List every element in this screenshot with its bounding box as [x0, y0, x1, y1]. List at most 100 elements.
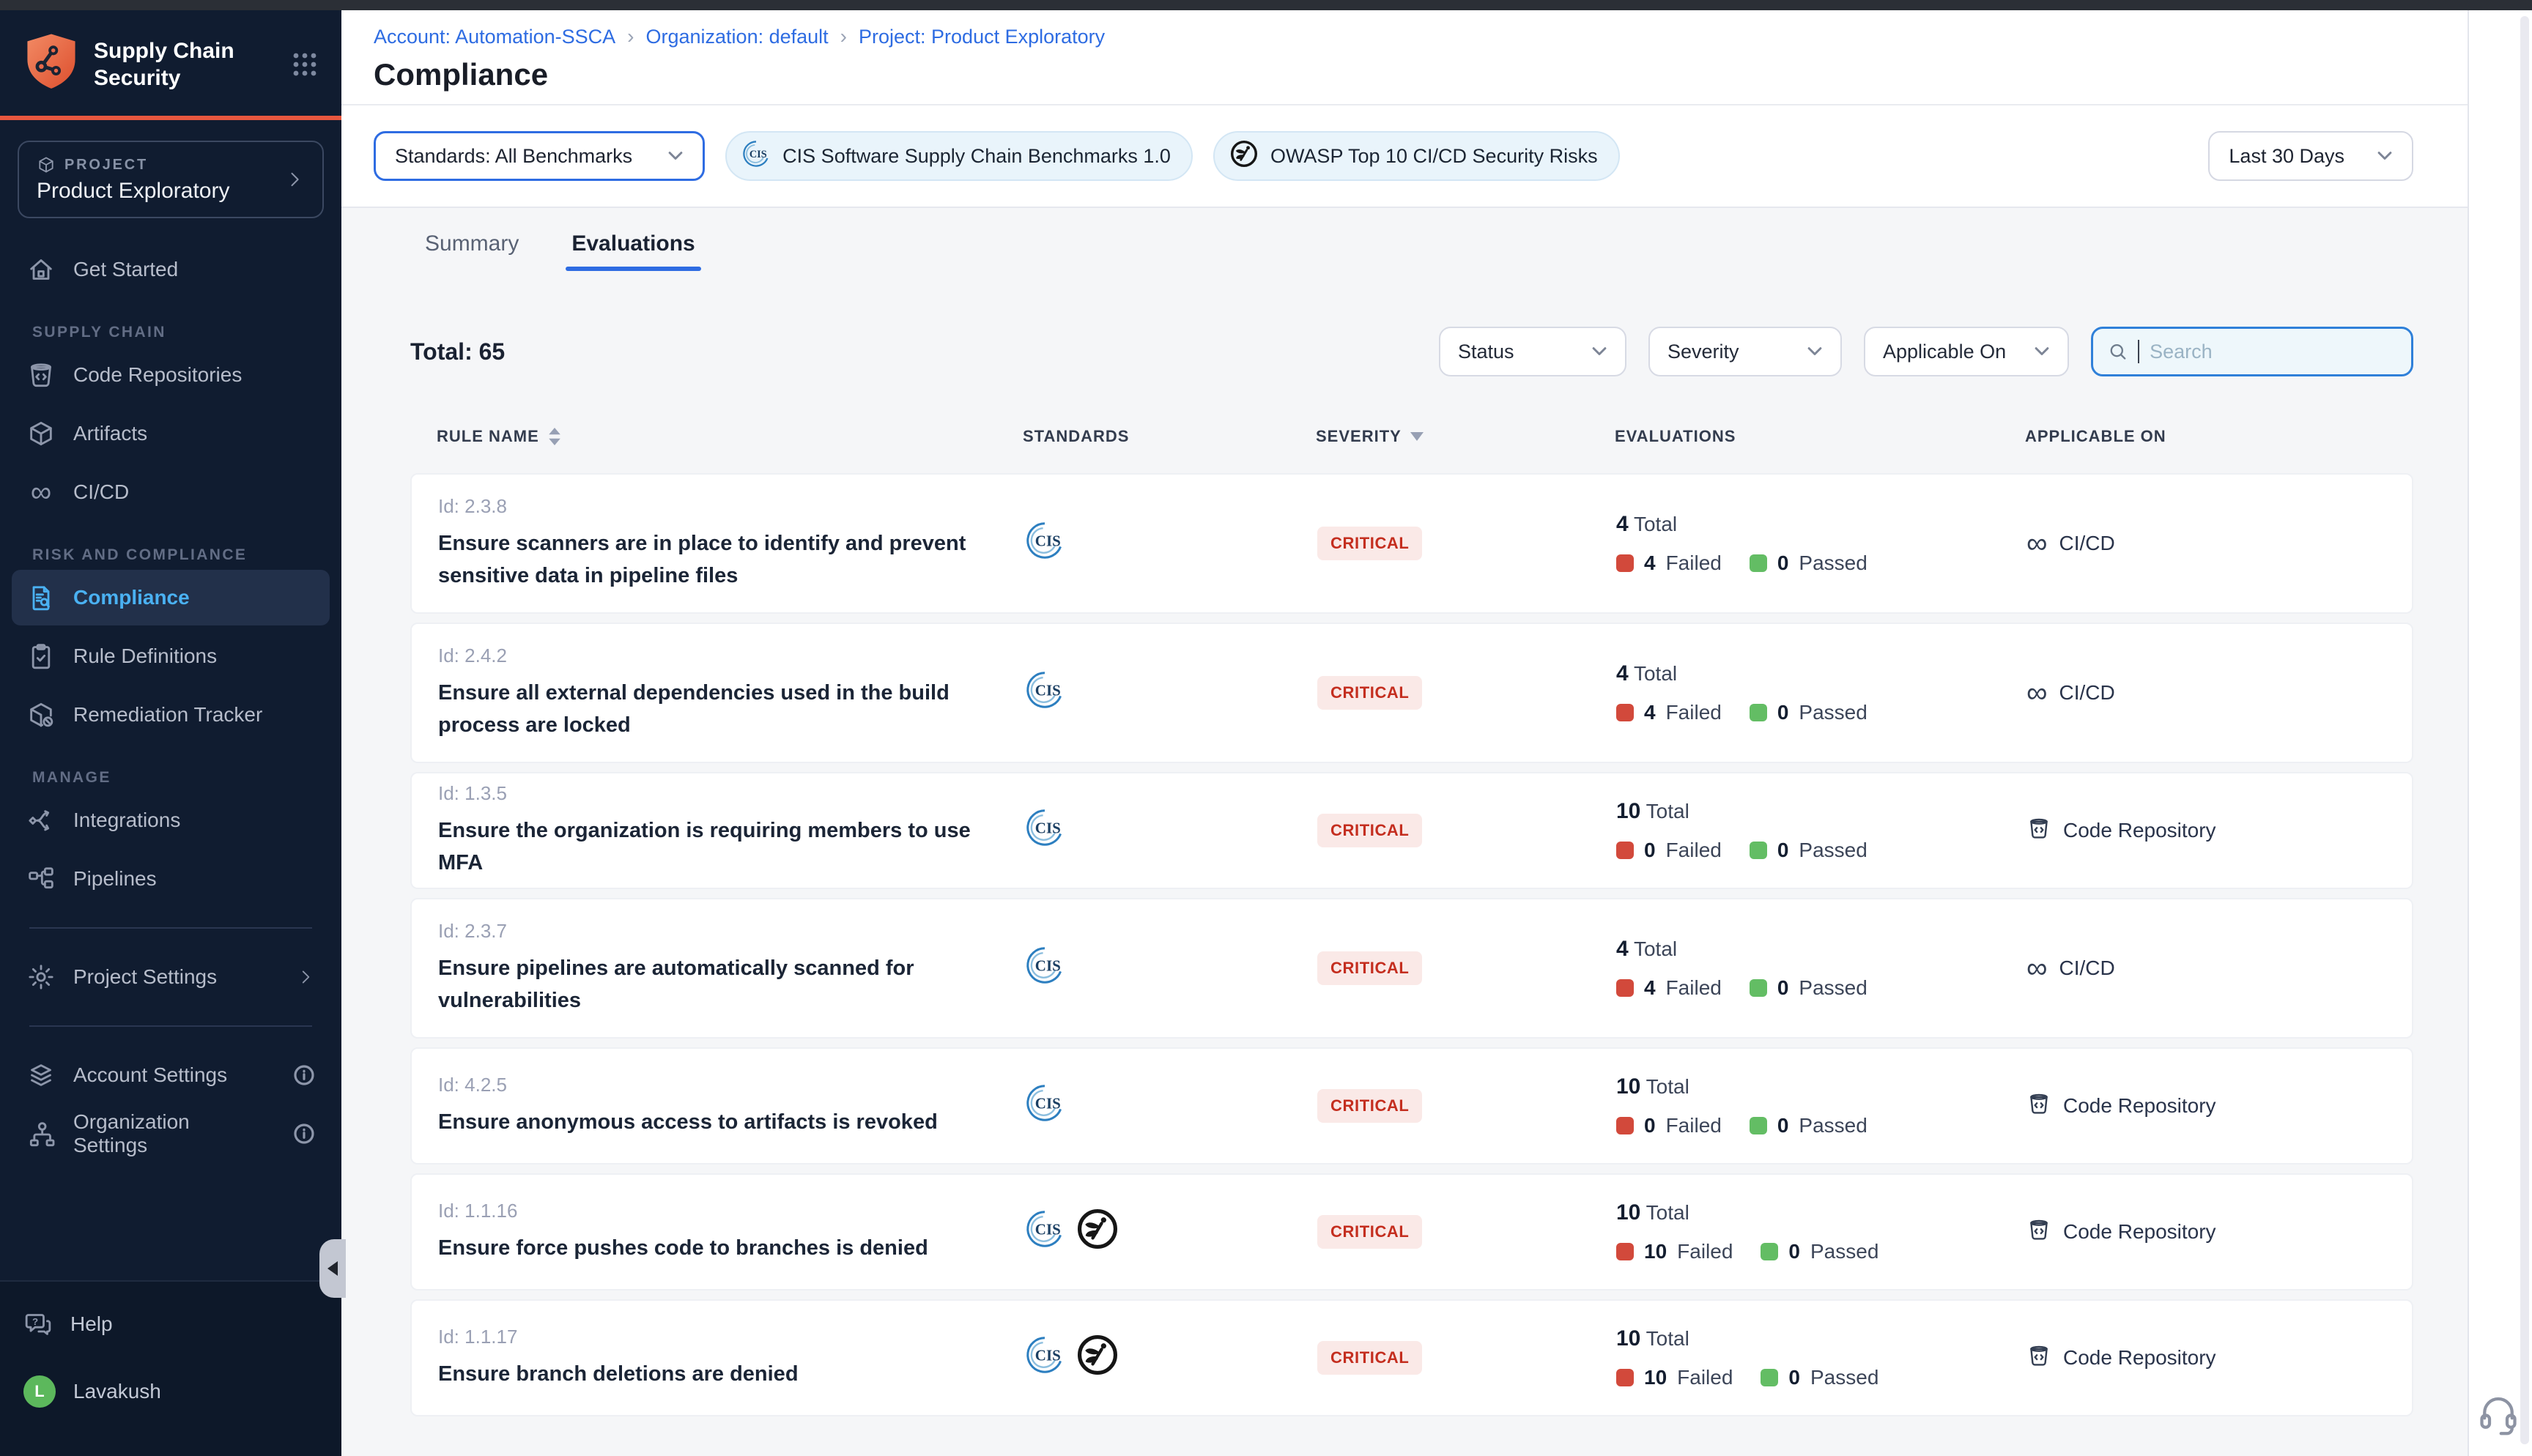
brand: Supply Chain Security — [0, 10, 341, 110]
sidebar-item-integrations[interactable]: Integrations — [12, 792, 330, 848]
svg-text:CIS: CIS — [1035, 1347, 1061, 1364]
svg-text:CIS: CIS — [1035, 532, 1061, 550]
info-icon[interactable] — [293, 1123, 315, 1145]
infinity-icon: ∞ — [26, 478, 56, 507]
brand-title: Supply Chain Security — [94, 37, 289, 92]
column-header-rule-name[interactable]: RULE NAME — [437, 427, 1023, 446]
sidebar-nav: Get Started SUPPLY CHAIN Code Repositori… — [0, 233, 341, 1162]
svg-text:CIS: CIS — [1035, 820, 1061, 837]
table-row[interactable]: Id: 1.1.16 Ensure force pushes code to b… — [410, 1173, 2413, 1290]
compliance-doc-icon — [26, 583, 56, 612]
applicable-on-cell: Code Repository — [2026, 1343, 2412, 1373]
owasp-standard-icon — [1076, 1207, 1119, 1257]
severity-filter-dropdown[interactable]: Severity — [1648, 327, 1842, 376]
chevron-right-icon — [284, 169, 305, 190]
avatar: L — [23, 1375, 56, 1408]
svg-text:?: ? — [32, 1316, 38, 1327]
sidebar-bottom: ? Help L Lavakush — [0, 1280, 341, 1456]
status-filter-dropdown[interactable]: Status — [1439, 327, 1626, 376]
breadcrumb-organization[interactable]: Organization: default — [646, 26, 829, 48]
cis-standard-icon: CIS — [1024, 669, 1065, 716]
user-menu[interactable]: L Lavakush — [23, 1367, 318, 1416]
code-repository-icon — [26, 360, 56, 390]
table-row[interactable]: Id: 2.3.8 Ensure scanners are in place t… — [410, 473, 2413, 614]
sidebar-collapse-handle[interactable] — [319, 1239, 346, 1298]
applicable-on-cell: ∞ CI/CD — [2026, 529, 2412, 558]
severity-badge: CRITICAL — [1317, 1341, 1422, 1375]
applicable-on-filter-dropdown[interactable]: Applicable On — [1864, 327, 2069, 376]
sidebar-item-project-settings[interactable]: Project Settings — [12, 949, 330, 1005]
breadcrumb-account[interactable]: Account: Automation-SSCA — [374, 26, 615, 48]
gear-icon — [26, 962, 56, 992]
failed-swatch — [1616, 1117, 1634, 1134]
project-selector[interactable]: PROJECT Product Exploratory — [18, 141, 324, 218]
table-row[interactable]: Id: 2.4.2 Ensure all external dependenci… — [410, 623, 2413, 763]
code-repository-icon — [2026, 1217, 2051, 1247]
table-row[interactable]: Id: 2.3.7 Ensure pipelines are automatic… — [410, 898, 2413, 1039]
sidebar-item-code-repositories[interactable]: Code Repositories — [12, 347, 330, 403]
search-icon — [2108, 340, 2128, 363]
sidebar-item-rule-definitions[interactable]: Rule Definitions — [12, 628, 330, 684]
text-caret — [2138, 340, 2139, 363]
sidebar-item-get-started[interactable]: Get Started — [12, 242, 330, 297]
table-row[interactable]: Id: 4.2.5 Ensure anonymous access to art… — [410, 1047, 2413, 1165]
cis-benchmark-chip[interactable]: CIS CIS Software Supply Chain Benchmarks… — [725, 131, 1193, 181]
sidebar-item-remediation-tracker[interactable]: Remediation Tracker — [12, 687, 330, 743]
layers-gear-icon — [26, 1061, 56, 1090]
applicable-on-cell: Code Repository — [2026, 1217, 2412, 1247]
evaluations-cell: 4 Total 4Failed 0Passed — [1616, 937, 2026, 1000]
info-icon[interactable] — [293, 1064, 315, 1086]
help-button[interactable]: ? Help — [23, 1299, 318, 1349]
severity-badge: CRITICAL — [1317, 814, 1422, 847]
evaluations-cell: 4 Total 4Failed 0Passed — [1616, 512, 2026, 575]
passed-swatch — [1750, 979, 1767, 997]
applicable-on-cell: Code Repository — [2026, 816, 2412, 846]
table-row[interactable]: Id: 1.1.17 Ensure branch deletions are d… — [410, 1299, 2413, 1416]
sidebar-item-organization-settings[interactable]: Organization Settings — [12, 1106, 330, 1162]
passed-swatch — [1750, 704, 1767, 721]
search-input[interactable] — [2150, 341, 2396, 363]
owasp-logo-icon — [1229, 139, 1259, 174]
breadcrumb-project[interactable]: Project: Product Exploratory — [859, 26, 1105, 48]
app-grid-icon[interactable] — [289, 48, 321, 81]
cis-standard-icon: CIS — [1024, 807, 1065, 854]
code-repository-icon — [2026, 1343, 2051, 1373]
standards-dropdown[interactable]: Standards: All Benchmarks — [374, 131, 705, 181]
passed-swatch — [1750, 842, 1767, 859]
owasp-chip[interactable]: OWASP Top 10 CI/CD Security Risks — [1213, 131, 1620, 181]
failed-swatch — [1616, 554, 1634, 572]
rule-name: Ensure pipelines are automatically scann… — [438, 953, 973, 1017]
project-label: PROJECT — [64, 157, 148, 174]
evaluations-cell: 4 Total 4Failed 0Passed — [1616, 661, 2026, 724]
support-headset-icon[interactable] — [2476, 1392, 2520, 1435]
rule-id: Id: 2.3.7 — [438, 920, 1024, 943]
rule-id: Id: 1.3.5 — [438, 782, 1024, 805]
sidebar-item-cicd[interactable]: ∞ CI/CD — [12, 464, 330, 520]
cube-icon — [37, 155, 56, 174]
date-range-dropdown[interactable]: Last 30 Days — [2208, 131, 2413, 181]
page-title: Compliance — [374, 57, 2435, 92]
table-header: RULE NAME STANDARDS SEVERITY EVALUATIONS… — [410, 420, 2413, 453]
cis-standard-icon: CIS — [1024, 1082, 1065, 1129]
sidebar-item-compliance[interactable]: Compliance — [12, 570, 330, 625]
sidebar-item-pipelines[interactable]: Pipelines — [12, 851, 330, 907]
column-header-severity[interactable]: SEVERITY — [1316, 427, 1615, 446]
severity-badge: CRITICAL — [1317, 1215, 1422, 1249]
scrollbar[interactable] — [2520, 16, 2529, 1444]
sidebar-item-artifacts[interactable]: Artifacts — [12, 406, 330, 461]
rule-id: Id: 2.3.8 — [438, 495, 1024, 518]
table-row[interactable]: Id: 1.3.5 Ensure the organization is req… — [410, 772, 2413, 889]
tab-evaluations[interactable]: Evaluations — [571, 231, 695, 271]
chevron-down-icon — [1807, 346, 1823, 357]
evaluations-cell: 10 Total 0Failed 0Passed — [1616, 1074, 2026, 1137]
window-top-strip — [0, 0, 2532, 10]
tabs: Summary Evaluations — [425, 208, 2413, 271]
page-header: Account: Automation-SSCA › Organization:… — [341, 10, 2468, 104]
passed-swatch — [1750, 554, 1767, 572]
sidebar-item-account-settings[interactable]: Account Settings — [12, 1047, 330, 1103]
tab-summary[interactable]: Summary — [425, 231, 519, 271]
project-name: Product Exploratory — [37, 179, 284, 204]
brand-orange-rule — [0, 116, 341, 120]
svg-text:CIS: CIS — [1035, 957, 1061, 975]
standards-filter-bar: Standards: All Benchmarks CIS CIS Softwa… — [341, 104, 2468, 208]
